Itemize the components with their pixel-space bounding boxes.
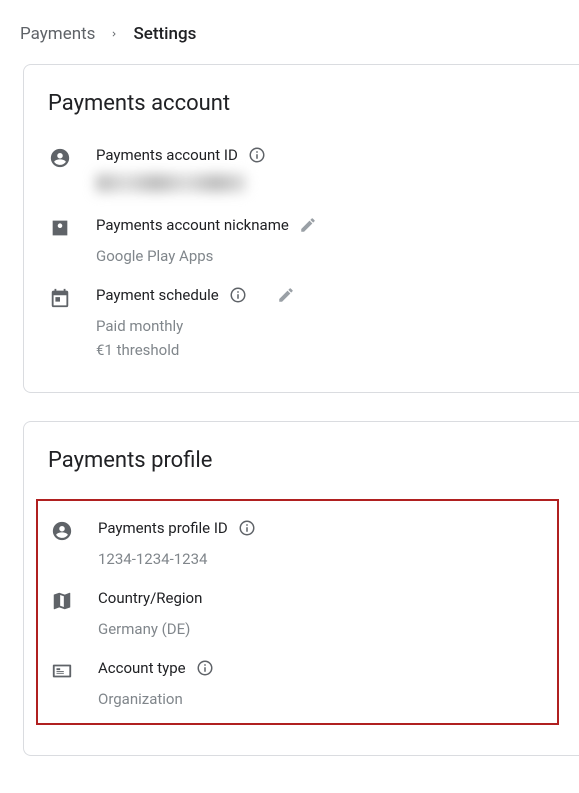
nickname-value: Google Play Apps	[96, 244, 555, 268]
badge-icon	[48, 216, 72, 240]
country-value: Germany (DE)	[98, 617, 545, 641]
info-icon[interactable]	[229, 286, 247, 304]
row-profile-id: Payments profile ID 1234-1234-1234	[50, 519, 545, 571]
row-account-type: Account type Organization	[50, 659, 545, 711]
person-icon	[48, 146, 72, 170]
profile-id-label: Payments profile ID	[98, 519, 228, 537]
card-icon	[50, 659, 74, 683]
account-type-label: Account type	[98, 659, 186, 677]
info-icon[interactable]	[196, 659, 214, 677]
row-account-id: Payments account ID	[48, 146, 555, 198]
edit-icon[interactable]	[277, 286, 295, 304]
account-type-value: Organization	[98, 687, 545, 711]
payments-account-card: Payments account Payments account ID Pay…	[23, 64, 579, 393]
edit-icon[interactable]	[299, 216, 317, 234]
person-icon	[50, 519, 74, 543]
profile-id-value: 1234-1234-1234	[98, 547, 545, 571]
account-id-label: Payments account ID	[96, 146, 238, 164]
breadcrumb-payments[interactable]: Payments	[20, 24, 95, 44]
schedule-value-1: Paid monthly	[96, 314, 555, 338]
breadcrumb: Payments Settings	[0, 0, 579, 64]
nickname-label: Payments account nickname	[96, 216, 289, 234]
calendar-icon	[48, 286, 72, 310]
payments-profile-card: Payments profile Payments profile ID 123…	[23, 421, 579, 756]
card-title: Payments account	[48, 91, 555, 116]
row-country: Country/Region Germany (DE)	[50, 589, 545, 641]
card-title: Payments profile	[48, 448, 555, 473]
country-label: Country/Region	[98, 589, 202, 607]
schedule-label: Payment schedule	[96, 286, 219, 304]
row-schedule: Payment schedule Paid monthly €1 thresho…	[48, 286, 555, 362]
breadcrumb-current: Settings	[133, 24, 196, 44]
info-icon[interactable]	[238, 519, 256, 537]
map-icon	[50, 589, 74, 613]
chevron-right-icon	[109, 29, 119, 39]
account-id-value-redacted	[96, 174, 246, 192]
row-nickname: Payments account nickname Google Play Ap…	[48, 216, 555, 268]
highlight-box: Payments profile ID 1234-1234-1234 Count…	[36, 499, 559, 725]
info-icon[interactable]	[248, 146, 266, 164]
schedule-value-2: €1 threshold	[96, 338, 555, 362]
